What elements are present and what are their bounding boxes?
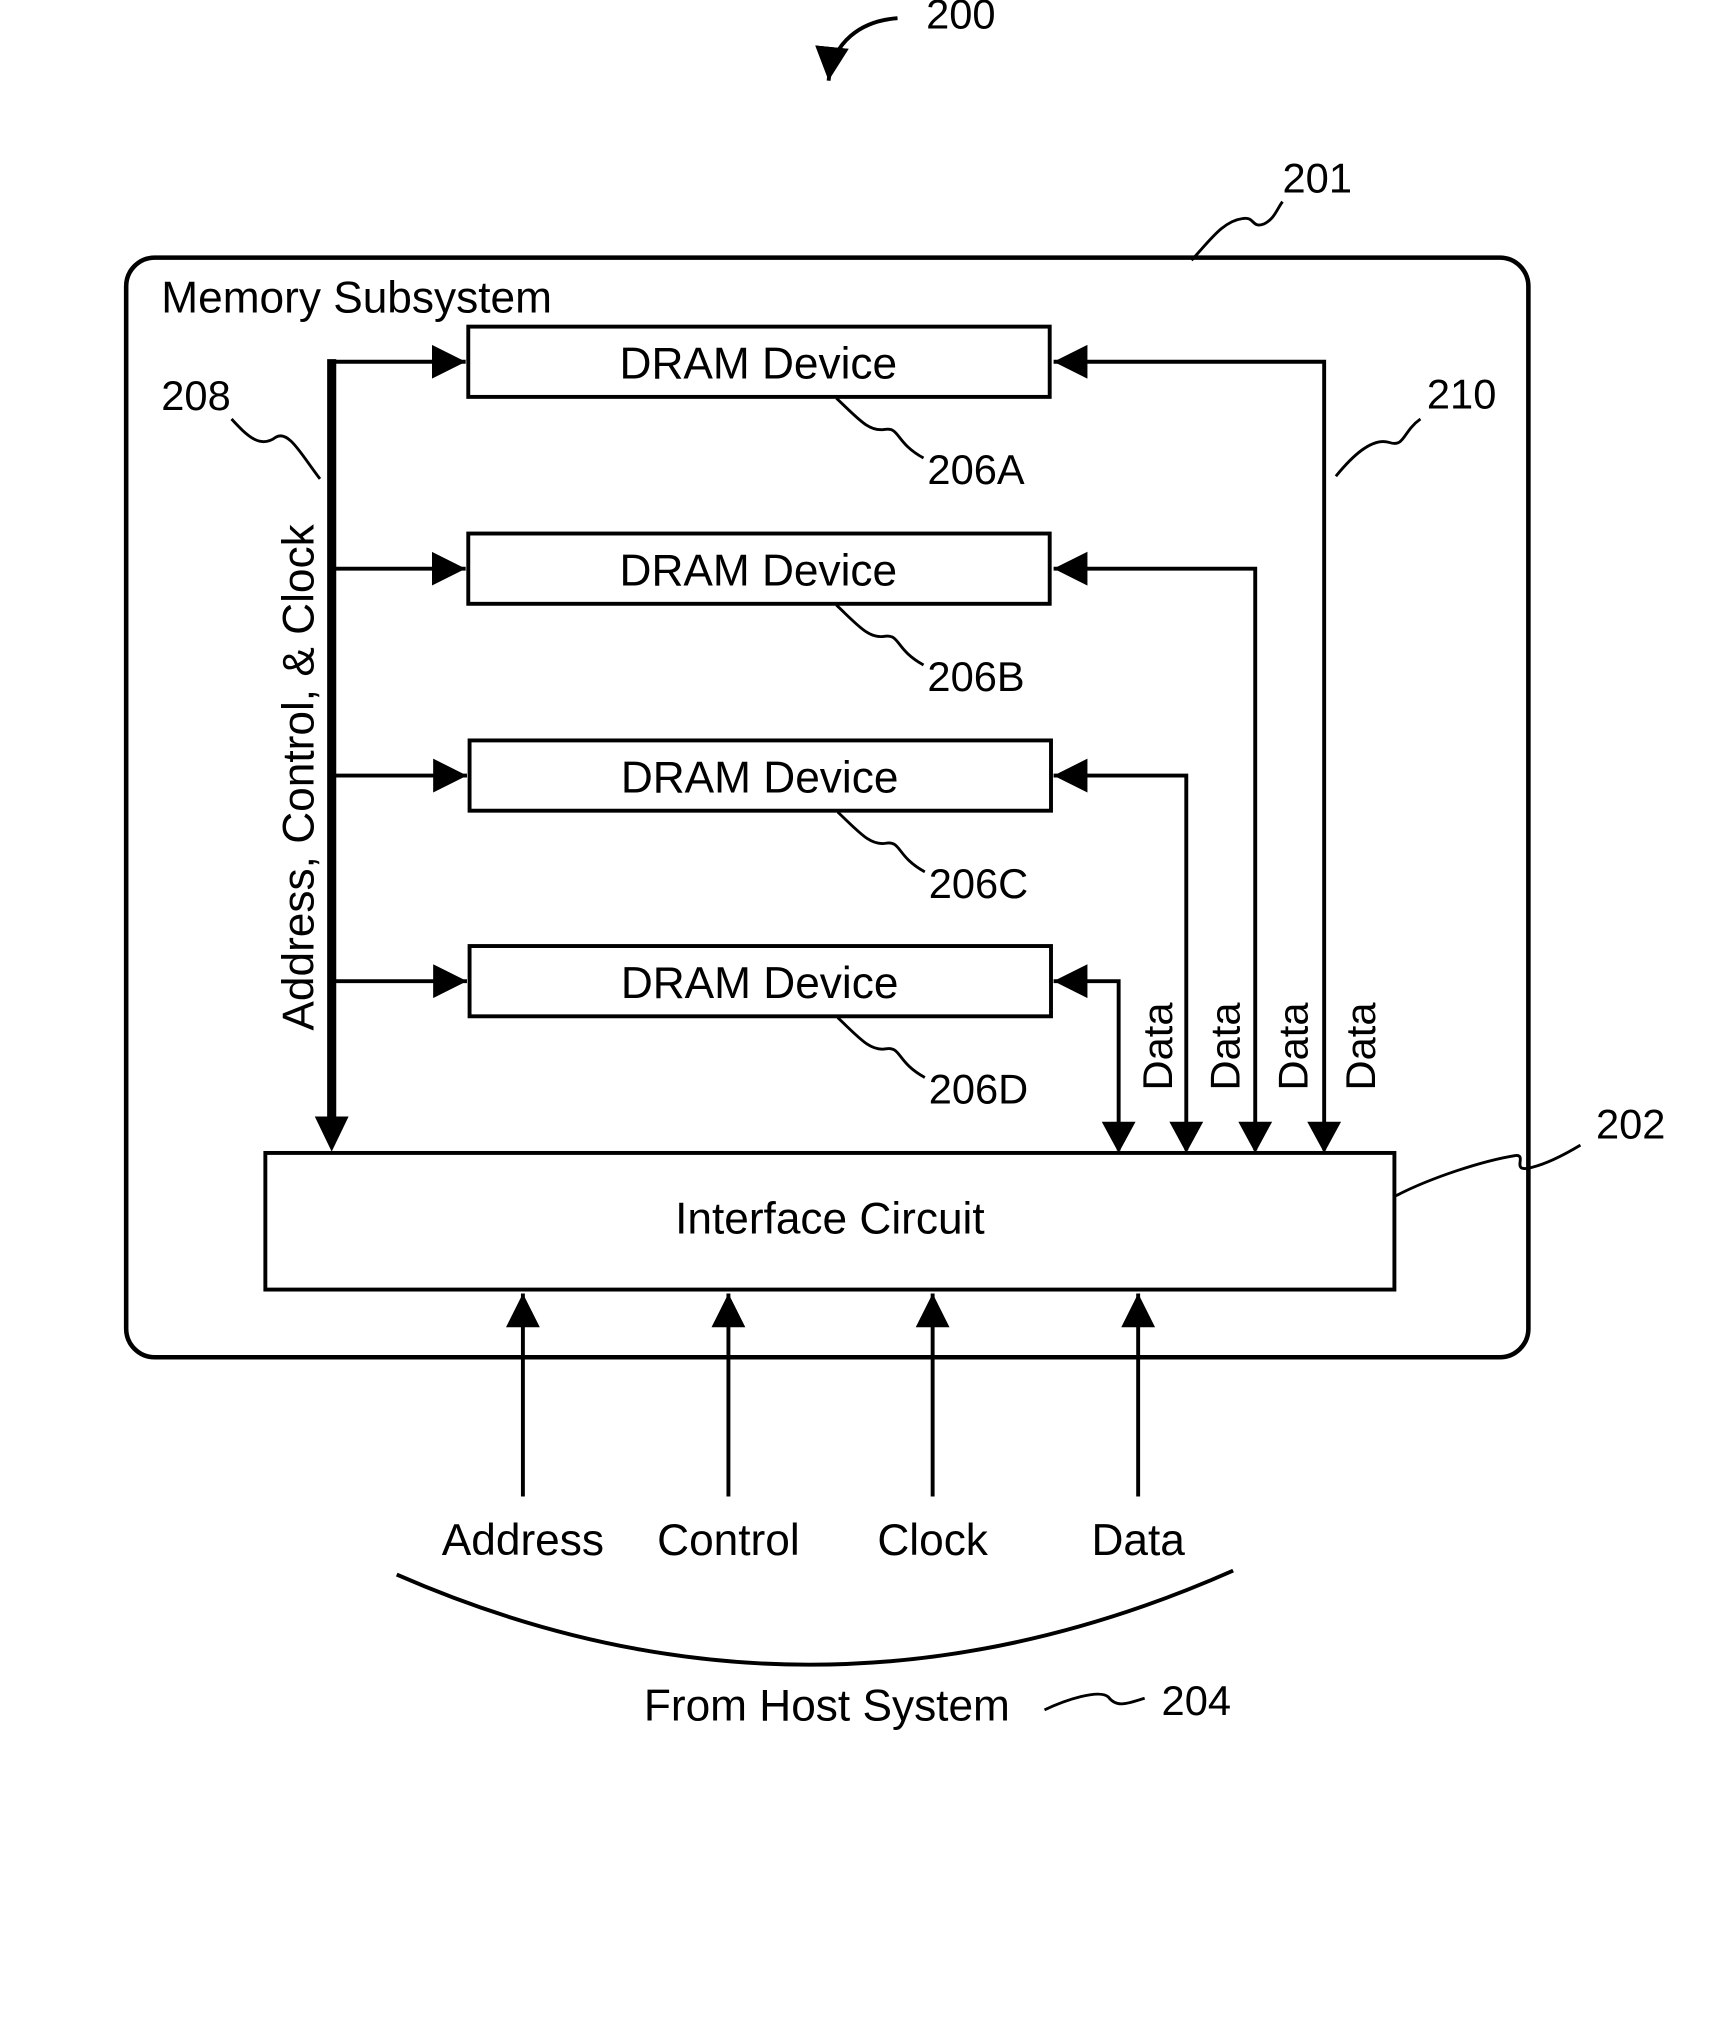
dram-device-c: DRAM Device 206C bbox=[331, 738, 1053, 907]
figure-ref: 200 bbox=[926, 0, 995, 38]
host-brace bbox=[395, 1568, 1234, 1667]
subsystem-leader bbox=[1190, 200, 1284, 262]
host-signal-arrows bbox=[505, 1293, 1156, 1497]
data-label: Data bbox=[1134, 1002, 1181, 1091]
interface-ref: 202 bbox=[1596, 1101, 1665, 1148]
dram-device-label: DRAM Device bbox=[620, 547, 898, 596]
interface-circuit-label: Interface Circuit bbox=[675, 1195, 985, 1244]
host-leader bbox=[1043, 1692, 1146, 1712]
host-signal-address: Address bbox=[442, 1516, 604, 1565]
subsystem-label: Memory Subsystem bbox=[161, 273, 552, 322]
bus-ref: 208 bbox=[161, 372, 230, 419]
data-label: Data bbox=[1269, 1002, 1316, 1091]
dram-device-ref: 206A bbox=[927, 446, 1024, 493]
host-label: From Host System bbox=[644, 1681, 1010, 1730]
data-label: Data bbox=[1337, 1002, 1384, 1091]
dram-device-label: DRAM Device bbox=[621, 959, 899, 1008]
bus-label: Address, Control, & Clock bbox=[274, 523, 323, 1030]
host-signal-data: Data bbox=[1091, 1516, 1185, 1565]
dram-device-label: DRAM Device bbox=[620, 340, 898, 389]
dram-device-label: DRAM Device bbox=[621, 753, 899, 802]
dram-device-b: DRAM Device 206B bbox=[331, 531, 1052, 700]
host-signal-control: Control bbox=[657, 1516, 800, 1565]
data-label: Data bbox=[1202, 1002, 1249, 1091]
dram-device-d: DRAM Device 206D bbox=[331, 944, 1053, 1112]
bus-leader bbox=[230, 418, 322, 480]
figure-ref-arrow bbox=[815, 16, 898, 81]
dram-device-ref: 206B bbox=[927, 653, 1024, 700]
data-bus-leader bbox=[1334, 417, 1422, 478]
dram-device-a: DRAM Device 206A bbox=[331, 324, 1052, 493]
subsystem-ref: 201 bbox=[1283, 155, 1352, 202]
dram-device-ref: 206C bbox=[929, 860, 1028, 907]
interface-leader bbox=[1395, 1143, 1582, 1198]
bus-arrowhead bbox=[314, 1116, 349, 1152]
host-signal-clock: Clock bbox=[877, 1516, 988, 1565]
dram-device-ref: 206D bbox=[929, 1065, 1028, 1112]
memory-subsystem-diagram: 200 201 Memory Subsystem 208 Address, Co… bbox=[123, 0, 1665, 1730]
host-ref: 204 bbox=[1162, 1677, 1231, 1724]
data-bus-ref: 210 bbox=[1427, 371, 1496, 418]
